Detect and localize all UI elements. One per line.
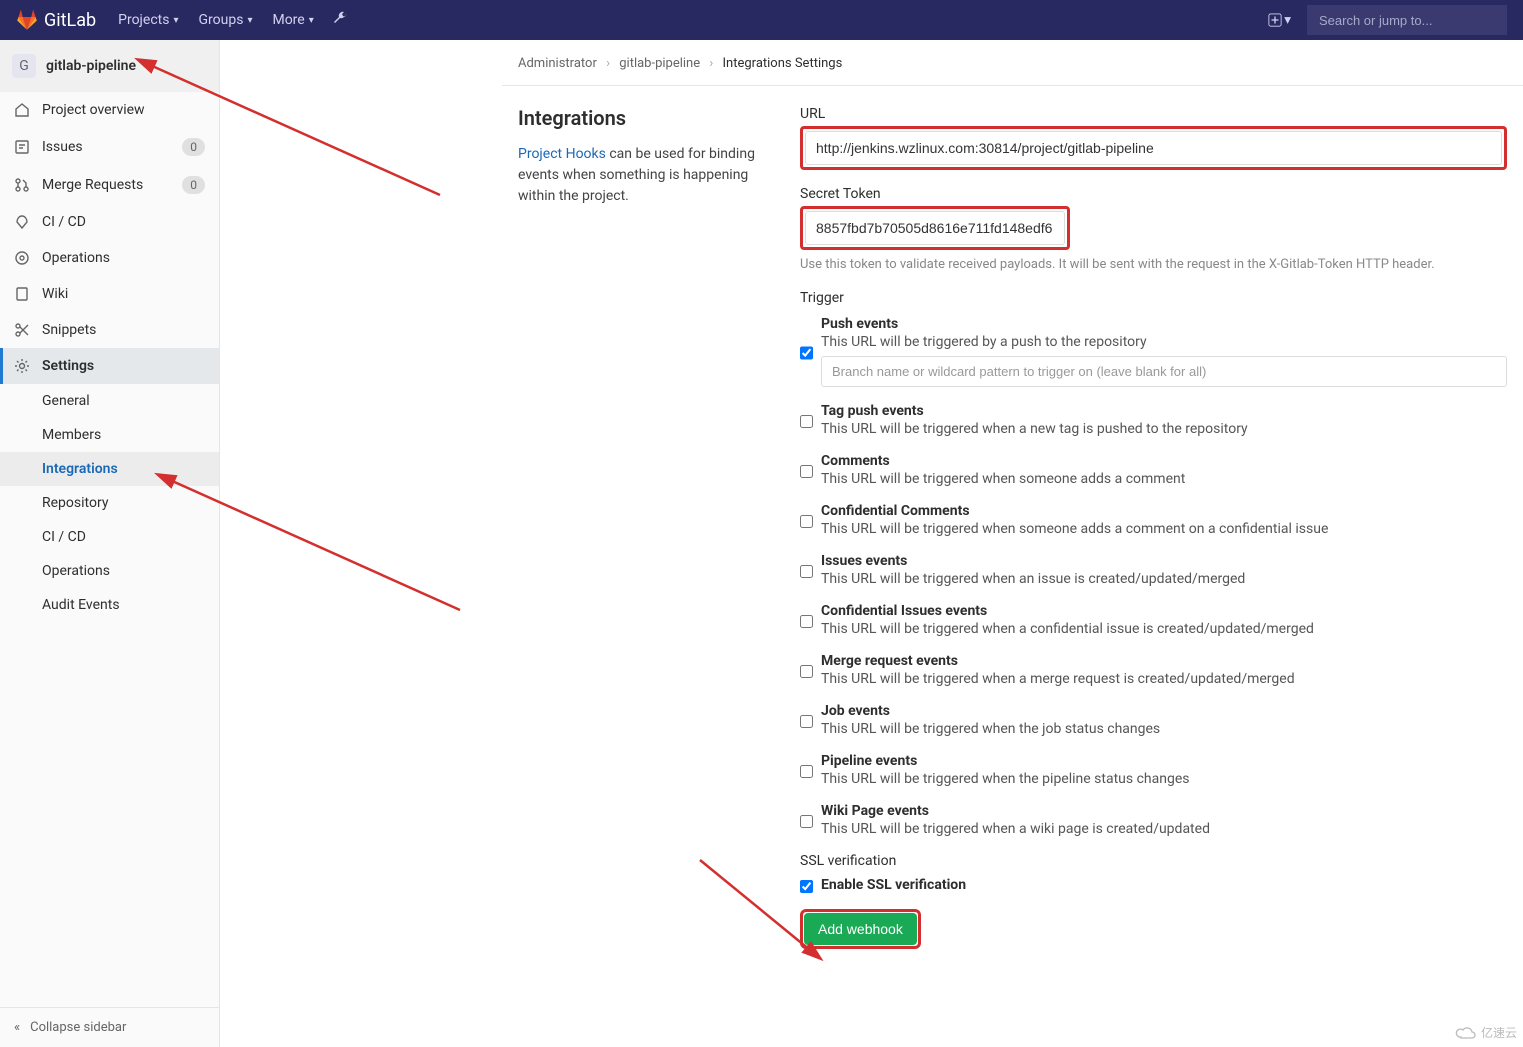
- tag-checkbox[interactable]: [800, 406, 813, 437]
- trigger-comments: CommentsThis URL will be triggered when …: [800, 453, 1507, 487]
- confidential-comments-checkbox[interactable]: [800, 506, 813, 537]
- sidebar-sub-general[interactable]: General: [0, 384, 219, 418]
- project-avatar: G: [12, 54, 36, 78]
- trigger-confidential-issues: Confidential Issues eventsThis URL will …: [800, 603, 1507, 637]
- rocket-icon: [14, 214, 30, 230]
- sidebar-item-settings[interactable]: Settings: [0, 348, 219, 384]
- cloud-icon: [1455, 1026, 1477, 1040]
- pipeline-checkbox[interactable]: [800, 756, 813, 787]
- trigger-push: Push events This URL will be triggered b…: [800, 316, 1507, 387]
- comments-checkbox[interactable]: [800, 456, 813, 487]
- project-header[interactable]: G gitlab-pipeline: [0, 40, 219, 92]
- trigger-job: Job eventsThis URL will be triggered whe…: [800, 703, 1507, 737]
- watermark: 亿速云: [1455, 1024, 1517, 1041]
- admin-wrench-icon[interactable]: [332, 10, 348, 30]
- annotation-highlight-token: [800, 206, 1070, 250]
- sidebar-sub-cicd[interactable]: CI / CD: [0, 520, 219, 554]
- gear-icon: [14, 358, 30, 374]
- main-content: Administrator › gitlab-pipeline › Integr…: [220, 40, 1523, 1047]
- home-icon: [14, 102, 30, 118]
- nav-groups[interactable]: Groups▾: [189, 6, 263, 34]
- url-input[interactable]: [805, 131, 1502, 165]
- ssl-row: Enable SSL verification: [800, 877, 1507, 893]
- sidebar: G gitlab-pipeline Project overview Issue…: [0, 40, 220, 1047]
- sidebar-sub-repository[interactable]: Repository: [0, 486, 219, 520]
- chevron-down-icon: ▾: [1284, 12, 1291, 28]
- nav-more[interactable]: More▾: [262, 6, 323, 34]
- page-title: Integrations: [518, 106, 770, 130]
- breadcrumb: Administrator › gitlab-pipeline › Integr…: [502, 56, 1523, 86]
- push-checkbox[interactable]: [800, 319, 813, 387]
- sidebar-item-issues[interactable]: Issues 0: [0, 128, 219, 166]
- sidebar-sub-audit[interactable]: Audit Events: [0, 588, 219, 622]
- chevron-down-icon: ▾: [247, 15, 252, 26]
- chevrons-left-icon: «: [14, 1020, 20, 1035]
- page-intro: Integrations Project Hooks can be used f…: [518, 106, 800, 949]
- issues-icon: [14, 139, 30, 155]
- gitlab-logo[interactable]: GitLab: [16, 9, 96, 31]
- global-search-input[interactable]: [1307, 5, 1507, 35]
- chevron-down-icon: ▾: [309, 15, 314, 26]
- push-branch-input[interactable]: [821, 356, 1507, 387]
- trigger-section-label: Trigger: [800, 290, 1507, 306]
- wiki-checkbox[interactable]: [800, 806, 813, 837]
- top-navbar: GitLab Projects▾ Groups▾ More▾ ▾: [0, 0, 1523, 40]
- scissors-icon: [14, 322, 30, 338]
- ssl-section-label: SSL verification: [800, 853, 1507, 869]
- chevron-down-icon: ▾: [173, 15, 178, 26]
- confidential-issues-checkbox[interactable]: [800, 606, 813, 637]
- sidebar-item-cicd[interactable]: CI / CD: [0, 204, 219, 240]
- sidebar-sub-members[interactable]: Members: [0, 418, 219, 452]
- operations-icon: [14, 250, 30, 266]
- annotation-highlight-submit: Add webhook: [800, 909, 921, 949]
- new-menu-button[interactable]: ▾: [1264, 8, 1295, 32]
- url-label: URL: [800, 106, 1507, 122]
- breadcrumb-admin[interactable]: Administrator: [518, 56, 597, 71]
- add-webhook-button[interactable]: Add webhook: [804, 913, 917, 945]
- issues-checkbox[interactable]: [800, 556, 813, 587]
- webhook-form: URL Secret Token Use this token to valid…: [800, 106, 1507, 949]
- project-hooks-link[interactable]: Project Hooks: [518, 146, 606, 162]
- page-description: Project Hooks can be used for binding ev…: [518, 144, 770, 207]
- trigger-wiki: Wiki Page eventsThis URL will be trigger…: [800, 803, 1507, 837]
- job-checkbox[interactable]: [800, 706, 813, 737]
- sidebar-item-mrs[interactable]: Merge Requests 0: [0, 166, 219, 204]
- trigger-tag: Tag push eventsThis URL will be triggere…: [800, 403, 1507, 437]
- trigger-mr: Merge request eventsThis URL will be tri…: [800, 653, 1507, 687]
- sidebar-item-snippets[interactable]: Snippets: [0, 312, 219, 348]
- mrs-count-badge: 0: [182, 176, 205, 194]
- issues-count-badge: 0: [182, 138, 205, 156]
- sidebar-item-overview[interactable]: Project overview: [0, 92, 219, 128]
- brand-text: GitLab: [44, 10, 96, 31]
- token-label: Secret Token: [800, 186, 1507, 202]
- trigger-issues: Issues eventsThis URL will be triggered …: [800, 553, 1507, 587]
- breadcrumb-page: Integrations Settings: [723, 56, 843, 71]
- merge-request-icon: [14, 177, 30, 193]
- book-icon: [14, 286, 30, 302]
- token-input[interactable]: [805, 211, 1065, 245]
- sidebar-item-wiki[interactable]: Wiki: [0, 276, 219, 312]
- project-name: gitlab-pipeline: [46, 58, 136, 74]
- annotation-highlight-url: [800, 126, 1507, 170]
- sidebar-item-operations[interactable]: Operations: [0, 240, 219, 276]
- mr-checkbox[interactable]: [800, 656, 813, 687]
- nav-projects[interactable]: Projects▾: [108, 6, 188, 34]
- trigger-confidential-comments: Confidential CommentsThis URL will be tr…: [800, 503, 1507, 537]
- sidebar-sub-operations[interactable]: Operations: [0, 554, 219, 588]
- ssl-checkbox[interactable]: [800, 880, 813, 893]
- sidebar-sub-integrations[interactable]: Integrations: [0, 452, 219, 486]
- collapse-sidebar-button[interactable]: « Collapse sidebar: [0, 1007, 219, 1047]
- tanuki-icon: [16, 9, 38, 31]
- token-help-text: Use this token to validate received payl…: [800, 256, 1507, 274]
- trigger-pipeline: Pipeline eventsThis URL will be triggere…: [800, 753, 1507, 787]
- plus-icon: [1268, 13, 1282, 27]
- breadcrumb-project[interactable]: gitlab-pipeline: [619, 56, 700, 71]
